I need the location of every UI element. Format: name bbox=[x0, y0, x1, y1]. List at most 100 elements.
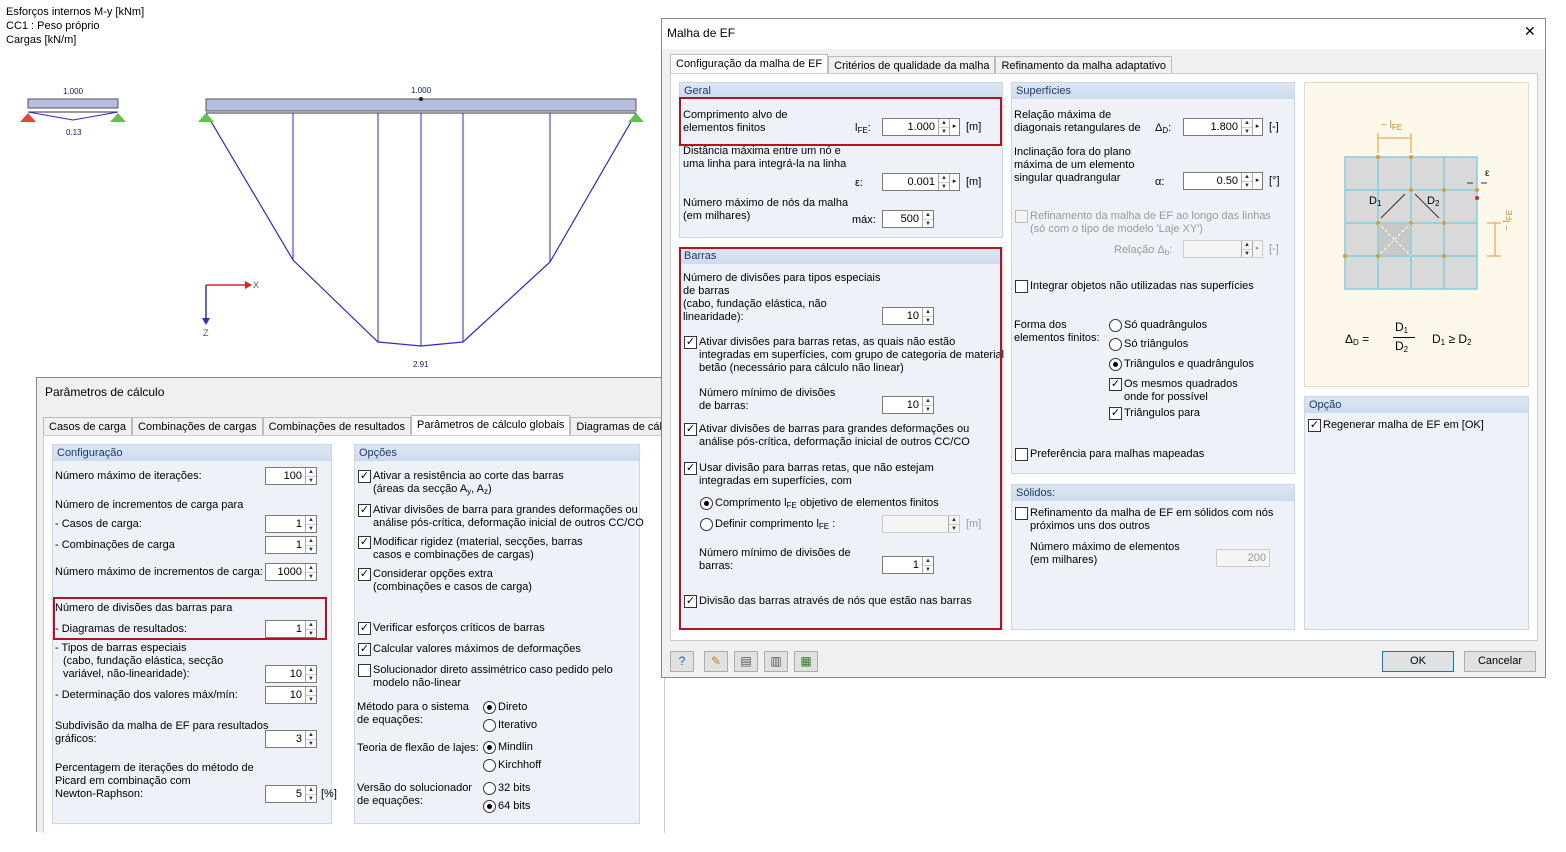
large-def-checkbox[interactable]: ✓ bbox=[358, 504, 371, 517]
highlight-members-box bbox=[679, 247, 1002, 630]
result-title: Esforços internos M-y [kNm] bbox=[6, 6, 145, 18]
fig-lfe-vertical: ~ lFE bbox=[1502, 209, 1514, 231]
pct-label-2: Picard em combinação com bbox=[55, 775, 191, 787]
save-icon[interactable]: ▥ bbox=[764, 651, 788, 672]
special-label-2: (cabo, fundação elástica, secção bbox=[63, 655, 224, 667]
load-icon[interactable]: ▤ bbox=[734, 651, 758, 672]
line-refine-checkbox[interactable] bbox=[1015, 210, 1028, 223]
mesh-titlebar bbox=[662, 19, 1545, 49]
same-squares-checkbox[interactable]: ✓ bbox=[1109, 378, 1122, 391]
method-iterative-radio[interactable] bbox=[483, 719, 496, 732]
small-load-value: 1.000 bbox=[63, 87, 84, 96]
fig-ratio-lhs: ΔD = bbox=[1345, 332, 1370, 348]
fig-ratio-den: D2 bbox=[1395, 339, 1409, 355]
integrate-unused-checkbox[interactable] bbox=[1015, 280, 1028, 293]
fe-mesh-dialog: Malha de EF ✕ Configuração da malha de E… bbox=[661, 18, 1546, 678]
same-squares-label-2: onde for possível bbox=[1124, 391, 1208, 403]
special-spinner[interactable]: 10 ▲ ▼ bbox=[265, 665, 317, 683]
mesh-tab-panel: Geral Comprimento alvo de elementos fini… bbox=[670, 73, 1538, 641]
combo-spinner[interactable]: 1 ▲ ▼ bbox=[265, 536, 317, 554]
tab-global-params[interactable]: Parâmetros de cálculo globais bbox=[411, 415, 571, 436]
method-direct-label: Direto bbox=[498, 701, 528, 713]
max-elements-input[interactable]: 200 bbox=[1216, 549, 1270, 567]
big-load-value: 1.000 bbox=[411, 86, 432, 95]
axis-z-label: Z bbox=[203, 328, 209, 338]
extra-options-checkbox[interactable]: ✓ bbox=[358, 568, 371, 581]
solid-refine-checkbox[interactable] bbox=[1015, 507, 1028, 520]
critical-forces-checkbox[interactable]: ✓ bbox=[358, 622, 371, 635]
relation-spinner[interactable]: ▲ ▼ ▸ bbox=[1183, 240, 1263, 258]
asym-solver-checkbox[interactable] bbox=[358, 664, 371, 677]
max-ratio-spinner[interactable]: 1.800 ▲ ▼ ▸ bbox=[1183, 118, 1263, 136]
solver-32bit-label: 32 bits bbox=[498, 782, 531, 794]
regenerate-checkbox[interactable]: ✓ bbox=[1308, 419, 1321, 432]
opt-stiffness-label-2: casos e combinações de cargas) bbox=[373, 549, 534, 561]
det-label: - Determinação dos valores máx/mín: bbox=[55, 689, 238, 701]
integrate-unused-label: Integrar objetos não utilizadas nas supe… bbox=[1030, 280, 1254, 292]
opt-stiffness-label-1: Modificar rigidez (material, secções, ba… bbox=[373, 536, 583, 548]
opt-maxdef-label: Calcular valores máximos de deformações bbox=[373, 643, 581, 655]
max-nodes-spinner[interactable]: 500 ▲ ▼ bbox=[882, 210, 934, 228]
highlight-diagrams-box bbox=[53, 597, 327, 640]
solver-version-label-2: de equações: bbox=[357, 795, 424, 807]
det-spinner[interactable]: 10 ▲ ▼ bbox=[265, 686, 317, 704]
max-dist-spinner[interactable]: 0.001 ▲ ▼ ▸ bbox=[882, 173, 960, 191]
max-ratio-unit: [-] bbox=[1269, 121, 1279, 133]
solver-64bit-radio[interactable] bbox=[483, 800, 496, 813]
mindlin-radio[interactable] bbox=[483, 741, 496, 754]
quads-only-radio[interactable] bbox=[1109, 319, 1122, 332]
triangles-for-checkbox[interactable]: ✓ bbox=[1109, 407, 1122, 420]
opt-shear-label-1: Ativar a resistência ao corte das barras bbox=[373, 470, 564, 482]
edit-icon[interactable]: ✎ bbox=[704, 651, 728, 672]
method-direct-radio[interactable] bbox=[483, 701, 496, 714]
tri-and-quads-label: Triângulos e quadrângulos bbox=[1124, 358, 1254, 370]
kirchhoff-label: Kirchhoff bbox=[498, 759, 542, 771]
tab-mesh-config[interactable]: Configuração da malha de EF bbox=[670, 54, 829, 75]
kirchhoff-radio[interactable] bbox=[483, 759, 496, 772]
max-dist-label-1: Distância máxima entre um nó e bbox=[683, 145, 841, 157]
regenerate-label: Regenerar malha de EF em [OK] bbox=[1323, 419, 1484, 431]
pct-spinner[interactable]: 5 ▲ ▼ bbox=[265, 785, 317, 803]
solids-group: Sólidos: Refinamento da malha de EF em s… bbox=[1011, 484, 1295, 630]
pct-label-1: Percentagem de iterações do método de bbox=[55, 762, 254, 774]
solver-32bit-radio[interactable] bbox=[483, 782, 496, 795]
special-label-1: - Tipos de barras especiais bbox=[55, 642, 187, 654]
opt-largedef-label-2: análise pós-crítica, deformação inicial … bbox=[373, 517, 644, 529]
line-refine-label-1: Refinamento da malha de EF ao longo das … bbox=[1030, 210, 1271, 222]
close-icon[interactable]: ✕ bbox=[1524, 24, 1536, 38]
max-incr-spinner[interactable]: 1000 ▲ ▼ bbox=[265, 563, 317, 581]
default-values-icon[interactable]: ▦ bbox=[794, 651, 818, 672]
sub-label-2: gráficos: bbox=[55, 733, 97, 745]
options-header: Opções bbox=[355, 445, 639, 461]
big-moment-value: 2.91 bbox=[413, 360, 429, 369]
max-symbol: máx: bbox=[852, 214, 876, 226]
lc-spinner[interactable]: 1 ▲ ▼ bbox=[265, 515, 317, 533]
triangles-only-radio[interactable] bbox=[1109, 338, 1122, 351]
model-diagram bbox=[20, 97, 644, 347]
max-incl-spinner[interactable]: 0.50 ▲ ▼ ▸ bbox=[1183, 172, 1263, 190]
option-header: Opção bbox=[1305, 397, 1528, 413]
triangles-only-label: Só triângulos bbox=[1124, 338, 1189, 350]
sub-spinner[interactable]: 3 ▲ ▼ bbox=[265, 730, 317, 748]
sub-label-1: Subdivisão da malha de EF para resultado… bbox=[55, 720, 269, 732]
options-group: Opções ✓ Ativar a resistência ao corte d… bbox=[354, 444, 644, 824]
max-iter-label: Número máximo de iterações: bbox=[55, 470, 202, 482]
axis-x-label: X bbox=[253, 280, 260, 290]
max-deform-checkbox[interactable]: ✓ bbox=[358, 643, 371, 656]
opt-shear-label-2: (áreas da secção Ay, Az) bbox=[373, 483, 492, 496]
ok-button[interactable]: OK bbox=[1382, 651, 1454, 672]
tri-and-quads-radio[interactable] bbox=[1109, 358, 1122, 371]
max-iter-spinner[interactable]: 100 ▲ ▼ bbox=[265, 467, 317, 485]
cancel-button[interactable]: Cancelar bbox=[1464, 651, 1536, 672]
stiffness-checkbox[interactable]: ✓ bbox=[358, 536, 371, 549]
mindlin-label: Mindlin bbox=[498, 741, 533, 753]
lc-label: - Casos de carga: bbox=[55, 518, 142, 530]
mapped-mesh-checkbox[interactable] bbox=[1015, 448, 1028, 461]
highlight-target-length-box bbox=[679, 97, 1002, 146]
plate-theory-label: Teoria de flexão de lajes: bbox=[357, 742, 479, 754]
option-group: Opção ✓ Regenerar malha de EF em [OK] bbox=[1304, 396, 1529, 630]
shear-checkbox[interactable]: ✓ bbox=[358, 470, 371, 483]
fig-condition: D1 ≥ D2 bbox=[1432, 332, 1472, 348]
calc-params-dialog: Parâmetros de cálculo Casos de carga Com… bbox=[36, 377, 689, 833]
help-icon[interactable]: ? bbox=[670, 651, 694, 672]
